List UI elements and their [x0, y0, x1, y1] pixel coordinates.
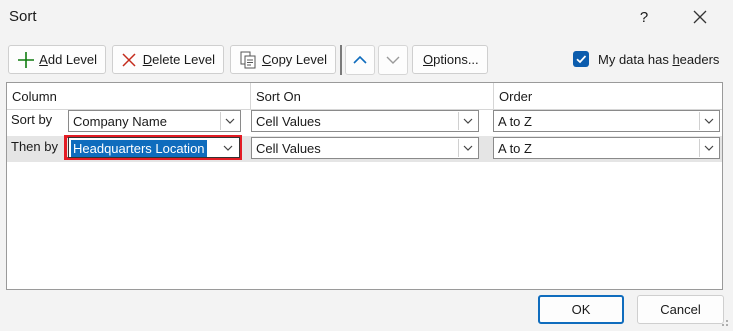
chevron-down-icon [386, 56, 400, 64]
row-label-sort-by: Sort by [11, 112, 53, 127]
chevron-down-icon[interactable] [458, 139, 476, 157]
add-level-button[interactable]: Add Level [8, 45, 106, 74]
delete-level-button[interactable]: Delete Level [112, 45, 224, 74]
sort-levels-grid: Column Sort On Order Sort by Company Nam… [6, 82, 723, 290]
then-by-sort-on-dropdown[interactable]: Cell Values [251, 137, 479, 159]
close-button[interactable] [688, 6, 712, 30]
copy-level-button[interactable]: Copy Level [230, 45, 336, 74]
column-header-sort-on: Sort On [256, 89, 301, 104]
dialog-title: Sort [9, 8, 37, 25]
plus-icon [16, 50, 35, 70]
sort-by-sort-on-dropdown[interactable]: Cell Values [251, 110, 479, 132]
options-button[interactable]: Options... [412, 45, 488, 74]
checkbox-checked-icon[interactable] [573, 51, 589, 67]
column-header-column: Column [12, 89, 57, 104]
sort-by-order-dropdown[interactable]: A to Z [493, 110, 720, 132]
move-up-button[interactable] [345, 45, 375, 75]
then-by-column-dropdown[interactable]: Headquarters Location [68, 137, 240, 158]
sort-by-column-dropdown[interactable]: Company Name [68, 110, 241, 132]
ok-button[interactable]: OK [538, 295, 624, 324]
help-button[interactable]: ? [632, 6, 656, 30]
close-icon [693, 10, 707, 24]
row-label-then-by: Then by [11, 139, 58, 154]
copy-icon [238, 50, 258, 70]
column-header-order: Order [499, 89, 533, 104]
chevron-down-icon[interactable] [699, 139, 717, 157]
chevron-down-icon[interactable] [220, 112, 238, 130]
delete-x-icon [120, 50, 139, 70]
then-by-order-dropdown[interactable]: A to Z [493, 137, 720, 159]
toolbar-divider [340, 45, 342, 75]
title-bar: Sort ? [0, 0, 733, 36]
chevron-down-icon[interactable] [219, 139, 237, 157]
chevron-down-icon[interactable] [699, 112, 717, 130]
move-down-button[interactable] [378, 45, 408, 75]
cancel-button[interactable]: Cancel [637, 295, 724, 324]
chevron-up-icon [353, 55, 367, 64]
chevron-down-icon[interactable] [458, 112, 476, 130]
resize-grip-icon[interactable] [719, 317, 729, 327]
checkbox-label: My data has headers [598, 51, 720, 67]
my-data-has-headers-checkbox[interactable]: My data has headers [573, 51, 719, 67]
